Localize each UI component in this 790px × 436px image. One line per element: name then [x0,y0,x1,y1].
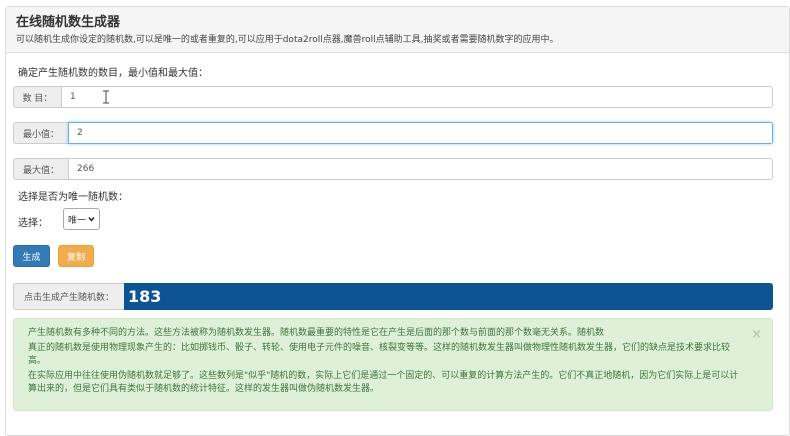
info-paragraph-3: 在实际应用中往往使用伪随机数就足够了。这些数列是"似乎"随机的数，实际上它们是通… [28,371,739,394]
count-input[interactable]: 1 [61,86,773,108]
text-cursor-icon [103,90,109,104]
result-label: 点击生成产生随机数： [13,283,124,310]
info-alert: × 产生随机数有多种不同的方法。这些方法被称为随机数发生器。随机数最重要的特性是… [13,318,773,411]
max-input-group: 最大值： 266 [13,158,773,180]
count-input-group: 数 目： 1 [13,86,773,108]
min-input[interactable]: 2 [68,122,773,144]
info-paragraph-1: 产生随机数有多种不同的方法。这些方法被称为随机数发生器。随机数最重要的特性是它在… [28,328,605,338]
unique-prompt: 选择是否为唯一随机数： [18,192,128,203]
page-title: 在线随机数生成器 [16,15,121,30]
form-prompt: 确定产生随机数的数目，最小值和最大值： [18,68,208,79]
generate-button[interactable]: 生成 [13,245,50,267]
select-label: 选择： [18,218,48,229]
count-label: 数 目： [13,86,61,108]
unique-select[interactable]: 唯一 [63,208,100,230]
min-label: 最小值： [13,122,68,144]
close-icon[interactable]: × [751,328,762,341]
max-input[interactable]: 266 [68,158,773,180]
unique-select-value: 唯一 [68,215,87,226]
copy-button[interactable]: 复制 [58,245,94,267]
result-value: 183 [124,283,773,310]
result-group: 点击生成产生随机数： 183 [13,283,773,310]
page-subtitle: 可以随机生成你设定的随机数,可以是唯一的或者重复的,可以应用于dota2roll… [16,35,559,45]
min-input-group: 最小值： 2 [13,122,773,144]
info-paragraph-2: 真正的随机数是使用物理现象产生的：比如掷钱币、骰子、转轮、使用电子元件的噪音、核… [28,343,731,366]
chevron-down-icon [88,217,95,222]
panel-header: 在线随机数生成器 可以随机生成你设定的随机数,可以是唯一的或者重复的,可以应用于… [6,7,789,53]
max-label: 最大值： [13,158,68,180]
